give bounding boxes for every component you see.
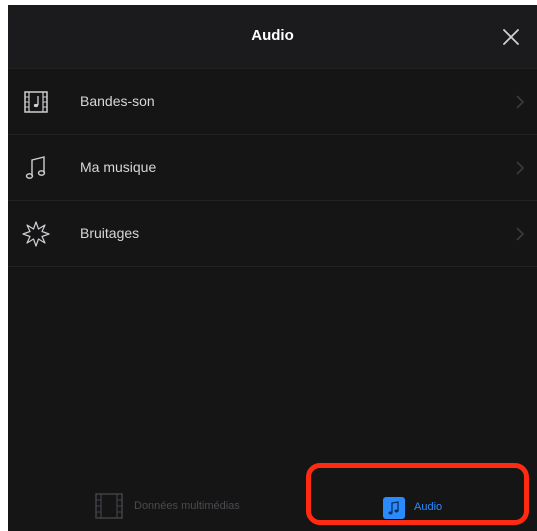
header-title: Audio bbox=[251, 27, 294, 44]
tab-audio[interactable]: Audio bbox=[311, 465, 527, 531]
chevron-right-icon bbox=[516, 161, 525, 175]
list-item-bruitages[interactable]: Bruitages bbox=[8, 201, 537, 267]
list-item-label: Bandes-son bbox=[80, 93, 155, 109]
list-item-ma-musique[interactable]: Ma musique bbox=[8, 135, 537, 201]
tab-audio-label: Audio bbox=[414, 501, 443, 513]
list-item-bandes-son[interactable]: Bandes-son bbox=[8, 69, 537, 135]
film-strip-icon bbox=[95, 493, 123, 519]
audio-category-list: Bandes-son Ma musique Bruitages bbox=[8, 69, 537, 267]
tab-media[interactable]: Données multimédias bbox=[88, 465, 298, 531]
tab-media-label: Données multimédias bbox=[134, 500, 240, 512]
chevron-right-icon bbox=[516, 95, 525, 109]
chevron-right-icon bbox=[516, 227, 525, 241]
list-item-label: Bruitages bbox=[80, 225, 140, 241]
list-item-label: Ma musique bbox=[80, 159, 157, 175]
bottom-tab-bar: Données multimédias Audio bbox=[8, 465, 537, 531]
audio-panel: Audio Bandes-son Ma musique Bruitages Do… bbox=[8, 5, 537, 531]
film-music-icon bbox=[24, 91, 48, 113]
header-bar: Audio bbox=[8, 5, 537, 69]
music-note-icon bbox=[383, 497, 405, 519]
music-note-icon bbox=[25, 156, 46, 179]
burst-icon bbox=[22, 221, 50, 247]
close-icon bbox=[503, 29, 519, 45]
close-button[interactable] bbox=[497, 23, 525, 51]
